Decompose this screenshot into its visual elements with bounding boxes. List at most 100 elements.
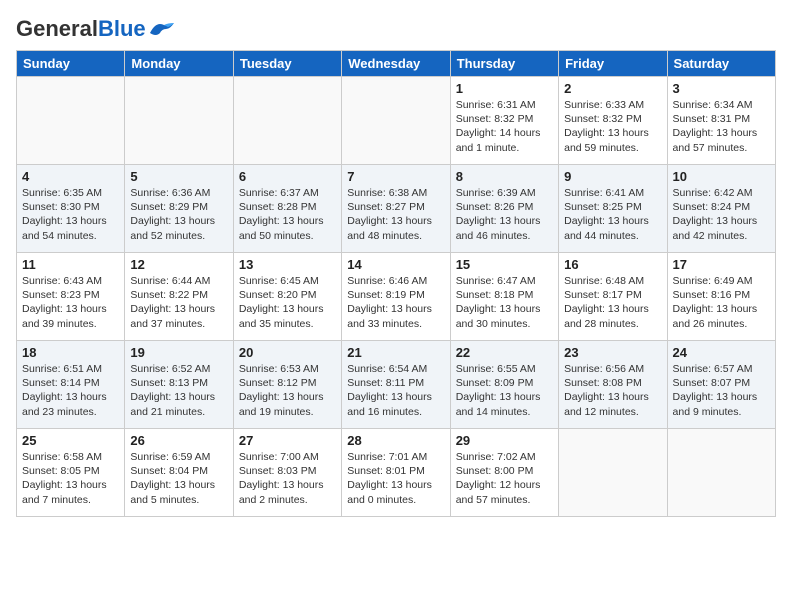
day-number: 20 bbox=[239, 345, 336, 360]
calendar-cell: 18 Sunrise: 6:51 AM Sunset: 8:14 PM Dayli… bbox=[17, 341, 125, 429]
day-number: 27 bbox=[239, 433, 336, 448]
day-info: Sunrise: 6:41 AM Sunset: 8:25 PM Dayligh… bbox=[564, 186, 661, 243]
calendar-cell: 22 Sunrise: 6:55 AM Sunset: 8:09 PM Dayli… bbox=[450, 341, 558, 429]
day-number: 28 bbox=[347, 433, 444, 448]
weekday-header-wednesday: Wednesday bbox=[342, 51, 450, 77]
day-info: Sunrise: 6:53 AM Sunset: 8:12 PM Dayligh… bbox=[239, 362, 336, 419]
day-number: 11 bbox=[22, 257, 119, 272]
day-number: 7 bbox=[347, 169, 444, 184]
calendar-cell: 16 Sunrise: 6:48 AM Sunset: 8:17 PM Dayli… bbox=[559, 253, 667, 341]
day-number: 17 bbox=[673, 257, 770, 272]
day-number: 23 bbox=[564, 345, 661, 360]
week-row-3: 11 Sunrise: 6:43 AM Sunset: 8:23 PM Dayli… bbox=[17, 253, 776, 341]
day-info: Sunrise: 7:00 AM Sunset: 8:03 PM Dayligh… bbox=[239, 450, 336, 507]
calendar-cell: 4 Sunrise: 6:35 AM Sunset: 8:30 PM Daylig… bbox=[17, 165, 125, 253]
calendar-cell bbox=[342, 77, 450, 165]
day-info: Sunrise: 6:45 AM Sunset: 8:20 PM Dayligh… bbox=[239, 274, 336, 331]
day-info: Sunrise: 6:57 AM Sunset: 8:07 PM Dayligh… bbox=[673, 362, 770, 419]
calendar-cell bbox=[17, 77, 125, 165]
day-info: Sunrise: 6:31 AM Sunset: 8:32 PM Dayligh… bbox=[456, 98, 553, 155]
calendar-cell: 6 Sunrise: 6:37 AM Sunset: 8:28 PM Daylig… bbox=[233, 165, 341, 253]
calendar-cell: 13 Sunrise: 6:45 AM Sunset: 8:20 PM Dayli… bbox=[233, 253, 341, 341]
day-info: Sunrise: 6:38 AM Sunset: 8:27 PM Dayligh… bbox=[347, 186, 444, 243]
day-info: Sunrise: 6:46 AM Sunset: 8:19 PM Dayligh… bbox=[347, 274, 444, 331]
calendar-cell: 15 Sunrise: 6:47 AM Sunset: 8:18 PM Dayli… bbox=[450, 253, 558, 341]
day-info: Sunrise: 6:55 AM Sunset: 8:09 PM Dayligh… bbox=[456, 362, 553, 419]
calendar-cell: 20 Sunrise: 6:53 AM Sunset: 8:12 PM Dayli… bbox=[233, 341, 341, 429]
day-info: Sunrise: 6:51 AM Sunset: 8:14 PM Dayligh… bbox=[22, 362, 119, 419]
day-info: Sunrise: 6:48 AM Sunset: 8:17 PM Dayligh… bbox=[564, 274, 661, 331]
day-number: 6 bbox=[239, 169, 336, 184]
day-number: 19 bbox=[130, 345, 227, 360]
calendar-cell: 7 Sunrise: 6:38 AM Sunset: 8:27 PM Daylig… bbox=[342, 165, 450, 253]
calendar-cell: 24 Sunrise: 6:57 AM Sunset: 8:07 PM Dayli… bbox=[667, 341, 775, 429]
logo-general: General bbox=[16, 16, 98, 41]
day-number: 4 bbox=[22, 169, 119, 184]
day-number: 22 bbox=[456, 345, 553, 360]
day-number: 12 bbox=[130, 257, 227, 272]
day-number: 13 bbox=[239, 257, 336, 272]
day-number: 21 bbox=[347, 345, 444, 360]
calendar-cell: 9 Sunrise: 6:41 AM Sunset: 8:25 PM Daylig… bbox=[559, 165, 667, 253]
day-info: Sunrise: 6:49 AM Sunset: 8:16 PM Dayligh… bbox=[673, 274, 770, 331]
weekday-header-row: SundayMondayTuesdayWednesdayThursdayFrid… bbox=[17, 51, 776, 77]
calendar-table: SundayMondayTuesdayWednesdayThursdayFrid… bbox=[16, 50, 776, 517]
calendar-cell: 19 Sunrise: 6:52 AM Sunset: 8:13 PM Dayli… bbox=[125, 341, 233, 429]
weekday-header-monday: Monday bbox=[125, 51, 233, 77]
day-info: Sunrise: 6:43 AM Sunset: 8:23 PM Dayligh… bbox=[22, 274, 119, 331]
day-info: Sunrise: 6:34 AM Sunset: 8:31 PM Dayligh… bbox=[673, 98, 770, 155]
day-info: Sunrise: 6:39 AM Sunset: 8:26 PM Dayligh… bbox=[456, 186, 553, 243]
week-row-4: 18 Sunrise: 6:51 AM Sunset: 8:14 PM Dayli… bbox=[17, 341, 776, 429]
calendar-cell: 10 Sunrise: 6:42 AM Sunset: 8:24 PM Dayli… bbox=[667, 165, 775, 253]
logo-blue: Blue bbox=[98, 16, 146, 41]
week-row-2: 4 Sunrise: 6:35 AM Sunset: 8:30 PM Daylig… bbox=[17, 165, 776, 253]
calendar-cell: 29 Sunrise: 7:02 AM Sunset: 8:00 PM Dayli… bbox=[450, 429, 558, 517]
day-info: Sunrise: 6:44 AM Sunset: 8:22 PM Dayligh… bbox=[130, 274, 227, 331]
calendar-cell: 2 Sunrise: 6:33 AM Sunset: 8:32 PM Daylig… bbox=[559, 77, 667, 165]
calendar-cell: 21Sunrise: 6:54 AM Sunset: 8:11 PM Dayli… bbox=[342, 341, 450, 429]
weekday-header-tuesday: Tuesday bbox=[233, 51, 341, 77]
day-info: Sunrise: 6:35 AM Sunset: 8:30 PM Dayligh… bbox=[22, 186, 119, 243]
day-info: Sunrise: 6:56 AM Sunset: 8:08 PM Dayligh… bbox=[564, 362, 661, 419]
calendar-cell bbox=[559, 429, 667, 517]
calendar-cell: 12 Sunrise: 6:44 AM Sunset: 8:22 PM Dayli… bbox=[125, 253, 233, 341]
week-row-1: 1 Sunrise: 6:31 AM Sunset: 8:32 PM Daylig… bbox=[17, 77, 776, 165]
weekday-header-saturday: Saturday bbox=[667, 51, 775, 77]
calendar-cell: 26Sunrise: 6:59 AM Sunset: 8:04 PM Dayli… bbox=[125, 429, 233, 517]
day-info: Sunrise: 6:58 AM Sunset: 8:05 PM Dayligh… bbox=[22, 450, 119, 507]
day-number: 24 bbox=[673, 345, 770, 360]
week-row-5: 25Sunrise: 6:58 AM Sunset: 8:05 PM Dayli… bbox=[17, 429, 776, 517]
page-header: GeneralBlue bbox=[16, 16, 776, 42]
day-number: 18 bbox=[22, 345, 119, 360]
day-info: Sunrise: 6:42 AM Sunset: 8:24 PM Dayligh… bbox=[673, 186, 770, 243]
calendar-cell: 11 Sunrise: 6:43 AM Sunset: 8:23 PM Dayli… bbox=[17, 253, 125, 341]
calendar-cell: 5 Sunrise: 6:36 AM Sunset: 8:29 PM Daylig… bbox=[125, 165, 233, 253]
calendar-cell: 1 Sunrise: 6:31 AM Sunset: 8:32 PM Daylig… bbox=[450, 77, 558, 165]
day-number: 9 bbox=[564, 169, 661, 184]
day-number: 10 bbox=[673, 169, 770, 184]
day-number: 14 bbox=[347, 257, 444, 272]
calendar-cell bbox=[667, 429, 775, 517]
logo-bird-icon bbox=[148, 19, 176, 39]
day-info: Sunrise: 7:02 AM Sunset: 8:00 PM Dayligh… bbox=[456, 450, 553, 507]
day-number: 16 bbox=[564, 257, 661, 272]
day-info: Sunrise: 6:37 AM Sunset: 8:28 PM Dayligh… bbox=[239, 186, 336, 243]
day-info: Sunrise: 6:52 AM Sunset: 8:13 PM Dayligh… bbox=[130, 362, 227, 419]
calendar-cell: 23 Sunrise: 6:56 AM Sunset: 8:08 PM Dayli… bbox=[559, 341, 667, 429]
calendar-cell: 27 Sunrise: 7:00 AM Sunset: 8:03 PM Dayli… bbox=[233, 429, 341, 517]
day-number: 1 bbox=[456, 81, 553, 96]
day-number: 15 bbox=[456, 257, 553, 272]
day-number: 5 bbox=[130, 169, 227, 184]
calendar-cell bbox=[125, 77, 233, 165]
calendar-cell: 28Sunrise: 7:01 AM Sunset: 8:01 PM Dayli… bbox=[342, 429, 450, 517]
day-info: Sunrise: 6:47 AM Sunset: 8:18 PM Dayligh… bbox=[456, 274, 553, 331]
weekday-header-sunday: Sunday bbox=[17, 51, 125, 77]
weekday-header-thursday: Thursday bbox=[450, 51, 558, 77]
day-info: Sunrise: 6:59 AM Sunset: 8:04 PM Dayligh… bbox=[130, 450, 227, 507]
day-number: 29 bbox=[456, 433, 553, 448]
day-info: Sunrise: 6:36 AM Sunset: 8:29 PM Dayligh… bbox=[130, 186, 227, 243]
day-number: 2 bbox=[564, 81, 661, 96]
calendar-cell: 8 Sunrise: 6:39 AM Sunset: 8:26 PM Daylig… bbox=[450, 165, 558, 253]
day-number: 8 bbox=[456, 169, 553, 184]
day-info: Sunrise: 6:33 AM Sunset: 8:32 PM Dayligh… bbox=[564, 98, 661, 155]
